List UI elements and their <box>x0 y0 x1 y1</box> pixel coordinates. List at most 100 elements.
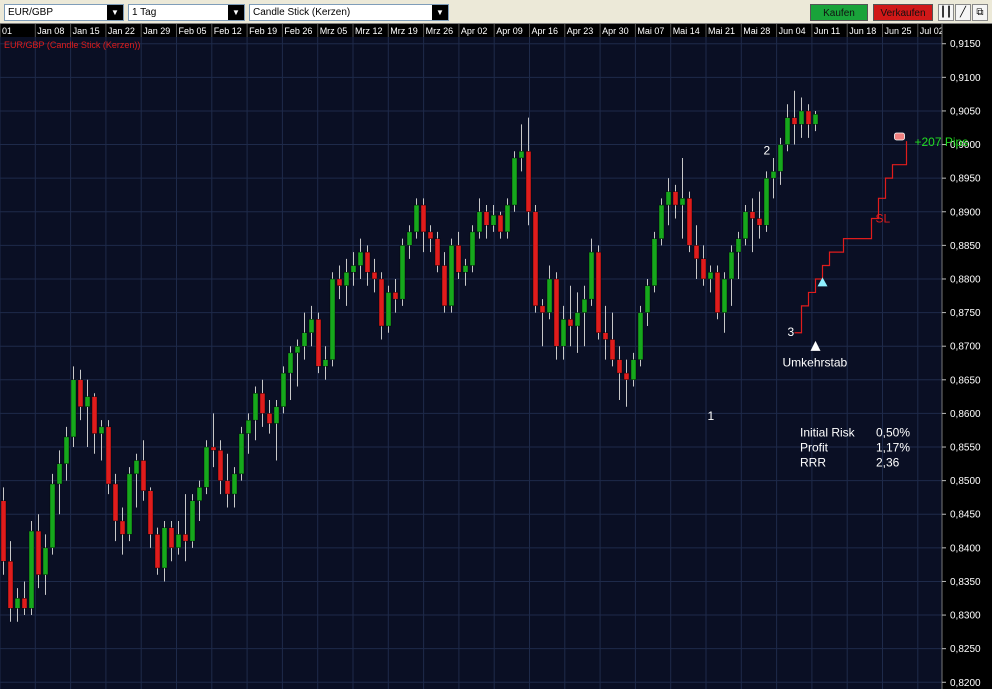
bear-candle <box>147 490 154 535</box>
bull-candle <box>273 406 280 424</box>
bull-candle <box>49 483 56 549</box>
bear-candle <box>378 278 385 327</box>
bar-chart-tool-icon[interactable]: ┃┃ <box>938 4 954 21</box>
stop-loss-label: SL <box>876 211 891 225</box>
x-tick-label: Mrz 19 <box>390 26 418 36</box>
bear-candle <box>371 272 378 280</box>
stat-value: 2,36 <box>876 455 900 469</box>
bear-candle <box>441 265 448 307</box>
bull-candle <box>238 433 245 475</box>
chart-title: EUR/GBP (Candle Stick (Kerzen)) <box>4 40 140 50</box>
bear-candle <box>434 238 441 266</box>
bear-candle <box>168 527 175 549</box>
bear-candle <box>602 332 609 340</box>
symbol-select[interactable]: EUR/GBP ▼ <box>4 4 124 21</box>
bull-candle <box>14 598 21 609</box>
x-tick-label: Apr 30 <box>602 26 629 36</box>
wave-3-label: 3 <box>788 325 795 339</box>
bull-candle <box>385 292 392 327</box>
bull-candle <box>196 487 203 501</box>
sell-button[interactable]: Verkaufen <box>873 4 933 21</box>
bear-candle <box>119 520 126 535</box>
bull-candle <box>742 211 749 239</box>
timeframe-value: 1 Tag <box>132 7 157 18</box>
bull-candle <box>511 157 518 206</box>
x-tick-label: Mai 07 <box>637 26 664 36</box>
y-tick-label: 0,8200 <box>950 678 981 689</box>
x-tick-label: Jun 04 <box>779 26 806 36</box>
x-tick-label: Jan 22 <box>108 26 135 36</box>
bear-candle <box>532 211 539 307</box>
bear-candle <box>609 339 616 360</box>
bull-candle <box>644 285 651 313</box>
bull-candle <box>462 265 469 273</box>
bear-candle <box>21 598 28 609</box>
price-chart[interactable]: 01 Jan 08 Jan 15 Jan 22 Jan 29 Feb 05 Feb 12 Fe… <box>0 24 992 689</box>
bear-candle <box>749 211 756 219</box>
chevron-down-icon[interactable]: ▼ <box>228 5 244 20</box>
y-tick-label: 0,8300 <box>950 611 981 622</box>
draw-line-tool-icon[interactable]: ╱ <box>955 4 971 21</box>
stat-label: Initial Risk <box>800 425 856 439</box>
bear-candle <box>616 359 623 374</box>
bull-candle <box>588 251 595 300</box>
y-tick-label: 0,8600 <box>950 409 981 420</box>
x-tick-label: Jan 15 <box>73 26 100 36</box>
bull-candle <box>448 245 455 307</box>
bull-candle <box>490 214 497 226</box>
y-tick-label: 0,9150 <box>950 39 981 50</box>
bull-candle <box>735 238 742 253</box>
bull-candle <box>469 231 476 266</box>
bull-candle <box>518 151 525 159</box>
bull-candle <box>637 312 644 360</box>
bull-candle <box>406 231 413 246</box>
x-tick-label: Feb 19 <box>249 26 277 36</box>
bear-candle <box>567 319 574 327</box>
y-tick-label: 0,9050 <box>950 106 981 117</box>
buy-button[interactable]: Kaufen <box>810 4 868 21</box>
chevron-down-icon[interactable]: ▼ <box>432 5 448 20</box>
bear-candle <box>217 450 224 481</box>
bear-candle <box>140 460 147 491</box>
x-tick-label: Mrz 05 <box>320 26 348 36</box>
x-tick-label: Apr 23 <box>567 26 594 36</box>
bear-candle <box>112 483 119 522</box>
bull-candle <box>476 211 483 233</box>
timeframe-select[interactable]: 1 Tag ▼ <box>128 4 245 21</box>
chart-area[interactable]: 01 Jan 08 Jan 15 Jan 22 Jan 29 Feb 05 Feb 12 Fe… <box>0 24 992 689</box>
bear-candle <box>210 446 217 451</box>
y-tick-label: 0,8900 <box>950 207 981 218</box>
symbol-value: EUR/GBP <box>8 7 54 18</box>
stat-label: Profit <box>800 440 829 454</box>
bull-candle <box>98 426 105 434</box>
bull-candle <box>665 191 672 206</box>
bear-candle <box>7 561 14 609</box>
bull-candle <box>56 463 63 485</box>
bull-candle <box>301 332 308 347</box>
wave-2-label: 2 <box>764 144 771 158</box>
bear-candle <box>623 372 630 381</box>
bull-candle <box>721 278 728 313</box>
chart-style-select[interactable]: Candle Stick (Kerzen) ▼ <box>249 4 449 21</box>
bull-candle <box>581 298 588 313</box>
x-tick-label: Mai 14 <box>673 26 700 36</box>
bear-candle <box>336 278 343 286</box>
bear-candle <box>427 231 434 239</box>
stat-value: 0,50% <box>876 425 910 439</box>
bear-candle <box>791 117 798 125</box>
bear-candle <box>497 214 504 233</box>
bull-candle <box>189 500 196 542</box>
y-tick-label: 0,8800 <box>950 274 981 285</box>
chevron-down-icon[interactable]: ▼ <box>107 5 123 20</box>
bear-candle <box>420 204 427 233</box>
detach-window-icon[interactable]: ⧉ <box>972 4 988 21</box>
bear-candle <box>686 198 693 246</box>
y-tick-label: 0,8850 <box>950 241 981 252</box>
stat-label: RRR <box>800 455 826 469</box>
pips-label: +207 Pips <box>915 135 969 149</box>
bear-candle <box>0 500 7 562</box>
x-tick-label: Jan 08 <box>37 26 64 36</box>
x-tick-label: Apr 16 <box>532 26 559 36</box>
toolbar: EUR/GBP ▼ 1 Tag ▼ Candle Stick (Kerzen) … <box>0 0 992 24</box>
bull-candle <box>413 204 420 233</box>
